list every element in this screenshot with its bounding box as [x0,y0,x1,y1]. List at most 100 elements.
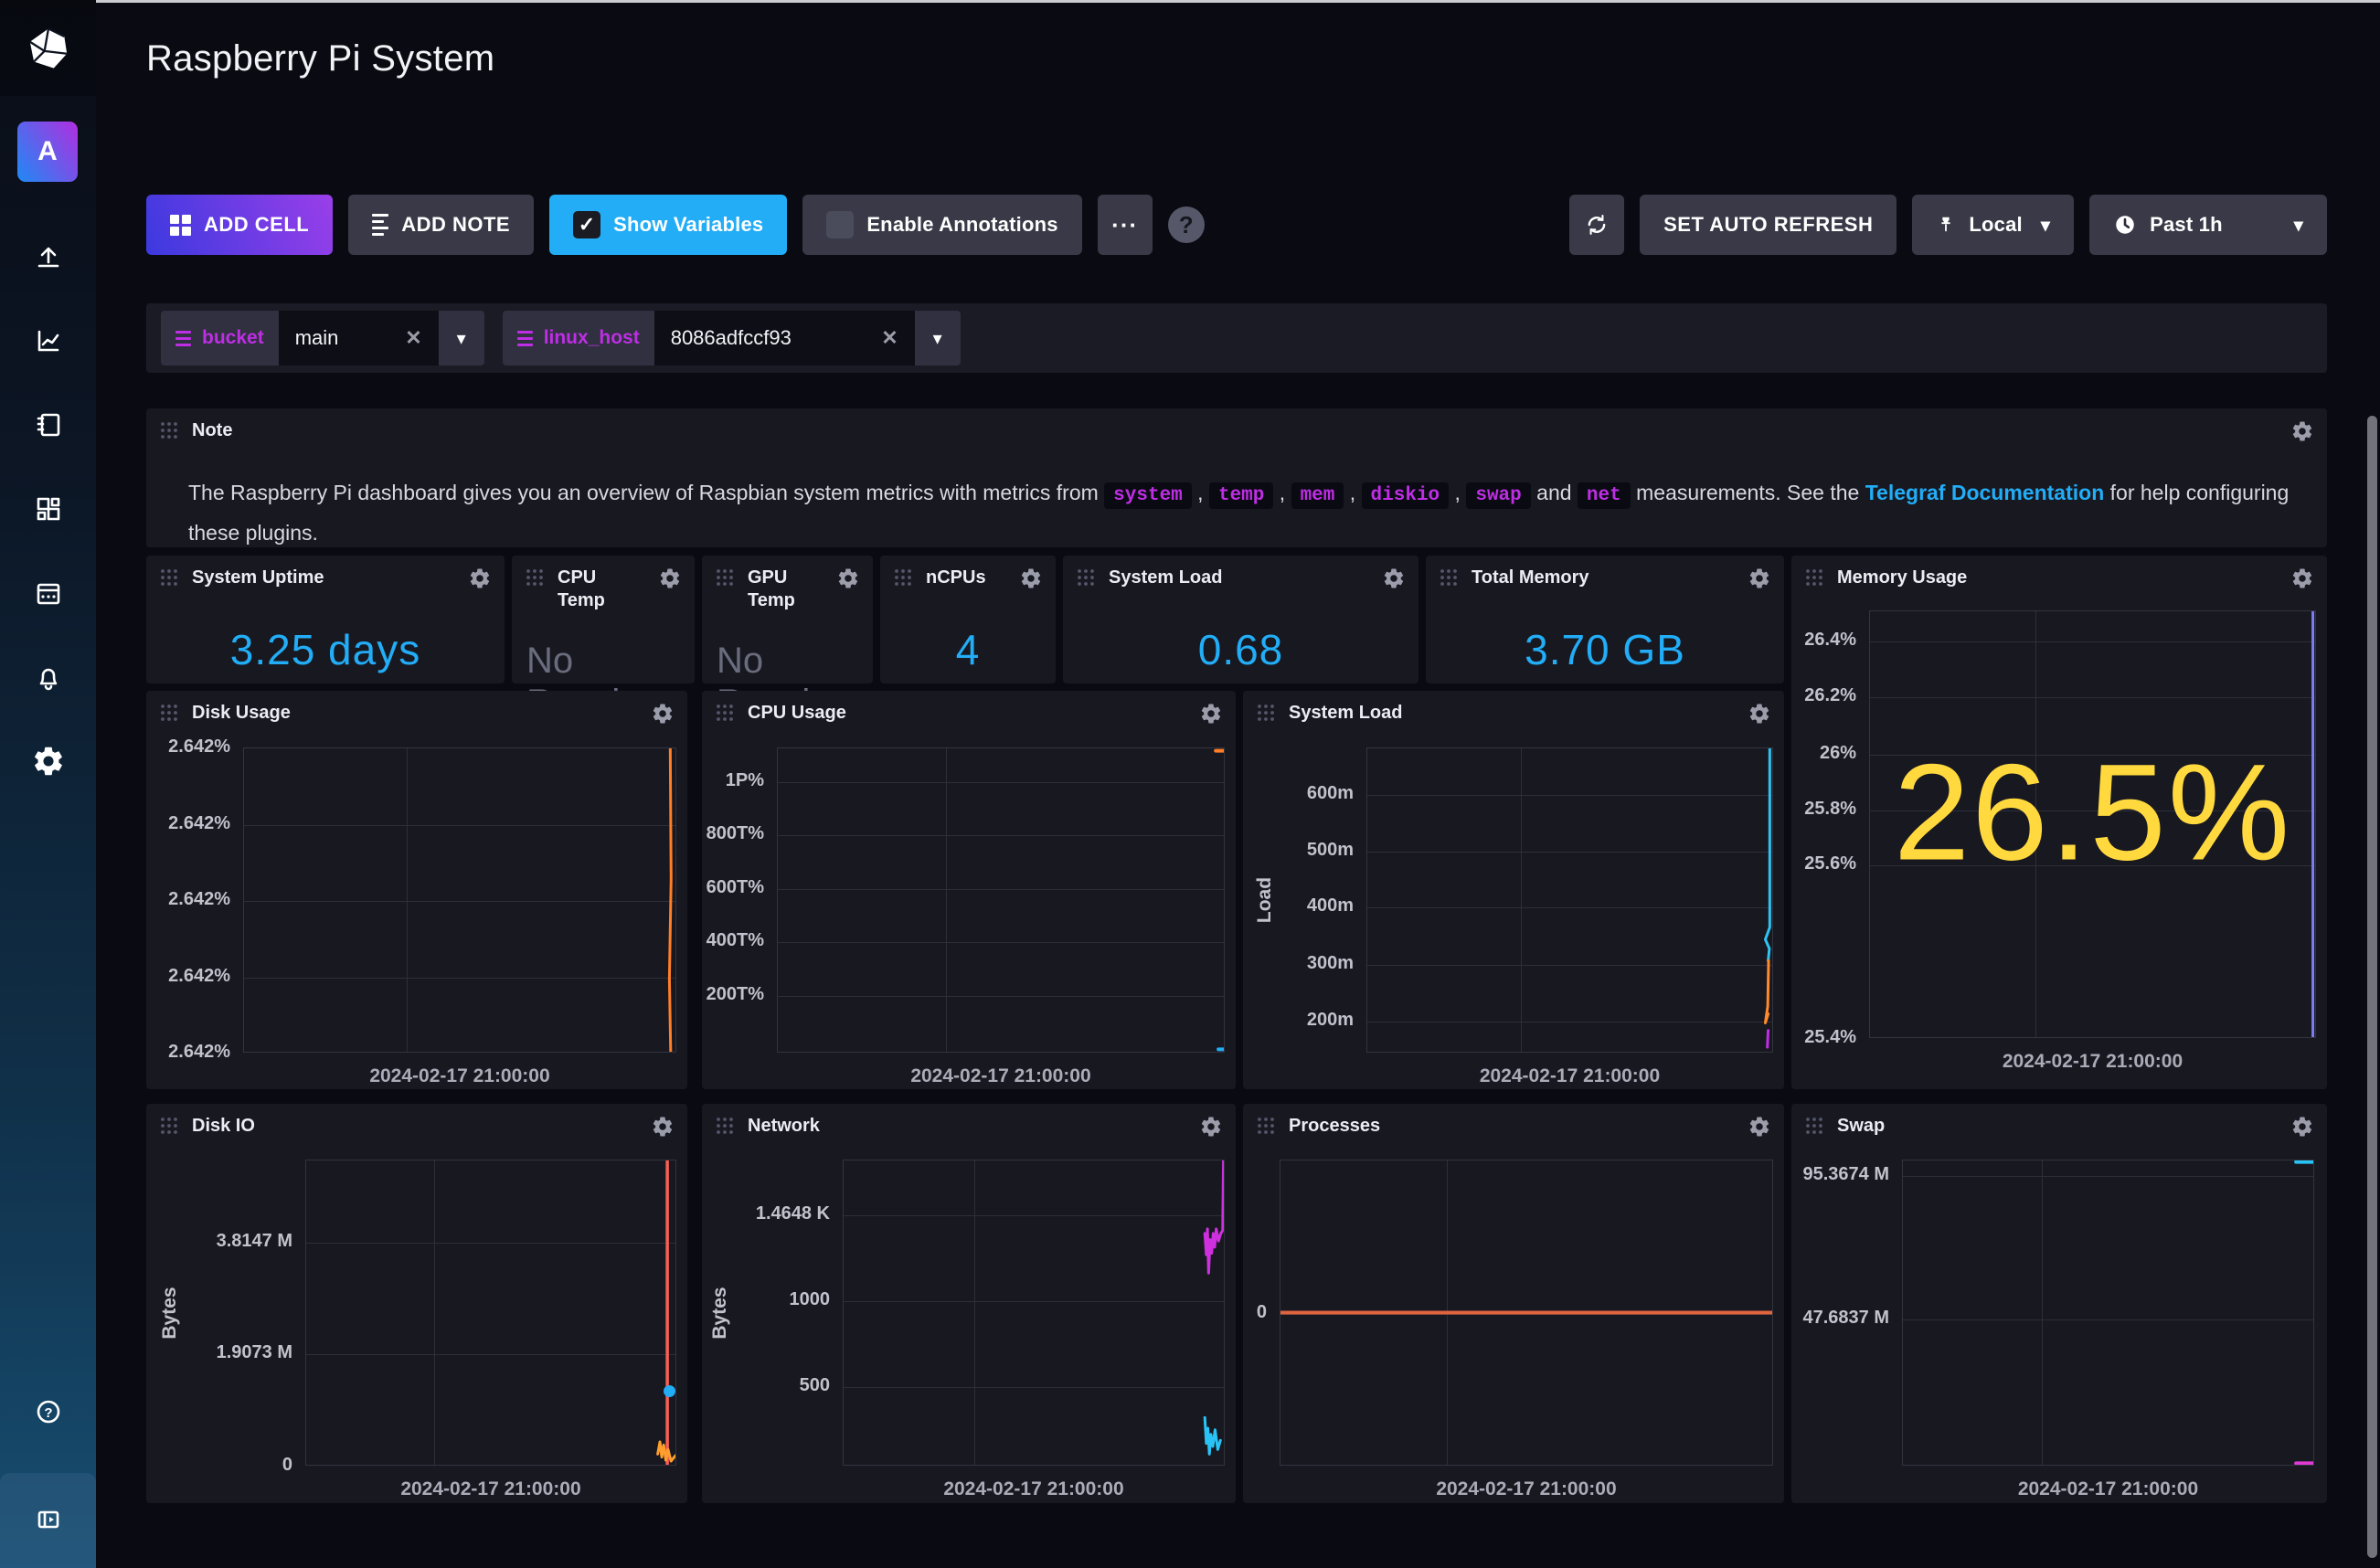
notebooks-icon[interactable] [31,408,66,442]
influxdb-logo[interactable] [0,0,96,96]
chart-plot[interactable] [305,1160,676,1466]
chevron-down-icon[interactable]: ▾ [915,327,961,350]
add-cell-button[interactable]: ADD CELL [146,195,333,255]
enable-annotations-toggle[interactable]: Enable Annotations [802,195,1081,255]
drag-handle-icon[interactable] [1804,567,1826,594]
gear-icon[interactable] [651,1115,675,1143]
settings-icon[interactable] [31,744,66,779]
y-axis-label: Load [1254,863,1276,937]
variable-value: 8086adfccf93 [671,326,792,350]
more-options-button[interactable]: ··· [1098,195,1153,255]
add-note-button[interactable]: ADD NOTE [348,195,534,255]
drag-handle-icon[interactable] [159,1116,181,1142]
cell-swap: Swap 95.3674 M47.6837 M2024-02-17 21:00:… [1791,1104,2327,1503]
refresh-button[interactable] [1569,195,1624,255]
add-cell-grid-icon [170,215,191,236]
drag-handle-icon[interactable] [1804,1116,1826,1142]
drag-handle-icon[interactable] [893,567,915,594]
y-tick-label: 0 [146,1455,292,1476]
variable-value-input[interactable]: main ✕ [279,311,439,366]
variable-linux-host[interactable]: linux_host 8086adfccf93 ✕ ▾ [503,311,961,366]
data-point-dot [664,1385,675,1397]
variable-drag-icon[interactable] [517,331,533,346]
drag-handle-icon[interactable] [1439,567,1461,594]
chart-plot[interactable] [1366,747,1773,1053]
upload-icon[interactable] [31,239,66,274]
avatar[interactable]: A [17,122,78,182]
note-text: The Raspberry Pi dashboard gives you an … [188,481,1104,504]
y-tick-label: 1P% [702,770,764,791]
x-axis-label: 2024-02-17 21:00:00 [305,1478,676,1500]
cell-cpu-usage: CPU Usage 1P%800T%600T%400T%200T%2024-02… [702,691,1236,1089]
note-body: The Raspberry Pi dashboard gives you an … [188,474,2290,551]
gear-icon[interactable] [651,702,675,730]
gear-icon[interactable] [2290,567,2314,595]
chart-plot[interactable] [243,747,676,1053]
gear-icon[interactable] [1748,1115,1771,1143]
set-auto-refresh-button[interactable]: SET AUTO REFRESH [1640,195,1897,255]
gear-icon[interactable] [468,567,492,595]
help-icon[interactable]: ? [31,1394,66,1429]
cell-title: CPU Usage [748,702,846,725]
gear-icon[interactable] [1019,567,1043,595]
telegraf-documentation-link[interactable]: Telegraf Documentation [1865,481,2105,504]
drag-handle-icon[interactable] [1256,703,1278,729]
cell-system-load: System Load 600m500m400m300m200mLoad2024… [1243,691,1784,1089]
stat-value: 3.70 GB [1426,625,1784,674]
drag-handle-icon[interactable] [715,703,737,729]
gear-icon[interactable] [1382,567,1406,595]
show-variables-toggle[interactable]: ✓ Show Variables [549,195,787,255]
drag-handle-icon[interactable] [159,420,181,447]
drag-handle-icon[interactable] [159,703,181,729]
gear-icon[interactable] [1199,1115,1223,1143]
gear-icon[interactable] [658,567,682,595]
gear-icon[interactable] [1748,567,1771,595]
gear-icon[interactable] [836,567,860,595]
time-range-dropdown[interactable]: Past 1h ▾ [2089,195,2327,255]
chart-plot[interactable]: 26.5% [1869,610,2316,1038]
y-tick-label: 2.642% [146,1042,230,1063]
gear-icon[interactable] [1199,702,1223,730]
y-axis-label: Bytes [159,1277,181,1350]
show-variables-checkbox[interactable]: ✓ [573,211,600,238]
tasks-icon[interactable] [31,576,66,610]
measurement-tag: net [1578,482,1631,509]
dashboards-icon[interactable] [31,492,66,526]
gear-icon[interactable] [1748,702,1771,730]
y-tick-label: 2.642% [146,736,230,758]
scrollbar-thumb[interactable] [2367,416,2377,1558]
y-tick-label: 25.4% [1791,1027,1856,1048]
drag-handle-icon[interactable] [715,567,737,594]
chart-plot[interactable] [1280,1160,1773,1466]
measurement-tag: system [1104,482,1192,509]
drag-handle-icon[interactable] [1256,1116,1278,1142]
cell-title: nCPUs [926,567,986,589]
variable-value-input[interactable]: 8086adfccf93 ✕ [654,311,915,366]
chart-plot[interactable] [843,1160,1225,1466]
gear-icon[interactable] [2290,419,2314,448]
chevron-down-icon[interactable]: ▾ [439,327,484,350]
timezone-dropdown[interactable]: Local ▾ [1912,195,2074,255]
y-tick-label: 300m [1243,953,1354,974]
gear-icon[interactable] [2290,1115,2314,1143]
drag-handle-icon[interactable] [159,567,181,594]
drag-handle-icon[interactable] [715,1116,737,1142]
x-axis-label: 2024-02-17 21:00:00 [843,1478,1225,1500]
dashboard-help-button[interactable]: ? [1168,207,1205,243]
clear-icon[interactable]: ✕ [405,326,421,350]
variable-bucket[interactable]: bucket main ✕ ▾ [161,311,484,366]
expand-sidebar-icon[interactable] [31,1502,66,1537]
clear-icon[interactable]: ✕ [881,326,898,350]
variables-bar: bucket main ✕ ▾ linux_host 8086adfccf93 … [146,303,2327,373]
chart-plot[interactable] [777,747,1225,1053]
variable-drag-icon[interactable] [175,331,191,346]
drag-handle-icon[interactable] [525,567,547,594]
y-tick-label: 2.642% [146,966,230,987]
alerts-icon[interactable] [31,660,66,694]
y-tick-label: 200T% [702,984,764,1005]
chart-plot[interactable] [1902,1160,2314,1466]
enable-annotations-checkbox[interactable] [826,211,854,238]
data-explorer-icon[interactable] [31,323,66,358]
y-tick-label: 47.6837 M [1791,1308,1889,1329]
drag-handle-icon[interactable] [1076,567,1098,594]
